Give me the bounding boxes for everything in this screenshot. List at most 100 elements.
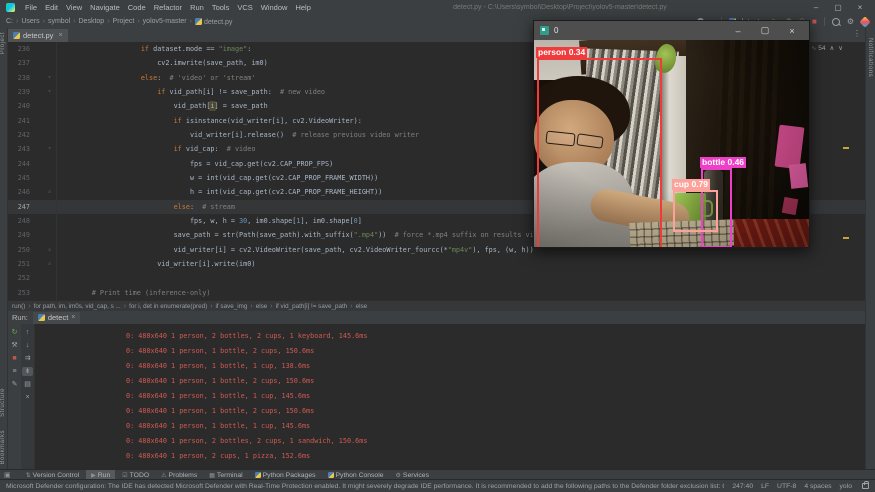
menu-code[interactable]: Code <box>124 2 150 13</box>
gutter-annotation <box>30 286 43 300</box>
clear-icon[interactable]: × <box>22 393 33 402</box>
gear-icon[interactable]: ⚙ <box>847 16 854 28</box>
code-text: if isinstance(vid_writer[i], cv2.VideoWr… <box>57 114 362 128</box>
breadcrumb-item[interactable]: Users <box>21 18 39 25</box>
settings-wrench-icon[interactable]: ⚒ <box>9 341 20 350</box>
breadcrumb-item[interactable]: Project <box>113 18 135 25</box>
breadcrumb-item[interactable]: symbol <box>48 18 70 25</box>
tab-detect-py[interactable]: detect.py × <box>8 29 68 42</box>
code-text: vid_path[i] = save_path <box>57 99 268 113</box>
code-breadcrumb-item[interactable]: for i, det in enumerate(pred) <box>129 303 207 310</box>
sidebar-item-bookmarks[interactable]: Bookmarks <box>0 430 6 465</box>
down-icon[interactable]: ↓ <box>22 341 33 350</box>
maximize-icon[interactable]: ▢ <box>827 0 849 15</box>
line-number: 236 <box>8 42 30 56</box>
maximize-icon[interactable]: ▢ <box>754 25 776 36</box>
code-breadcrumb-item[interactable]: else <box>356 303 368 310</box>
fold-icon[interactable]: ▵ <box>43 257 57 271</box>
code-text: else: # 'video' or 'stream' <box>57 71 255 85</box>
code-breadcrumb-item[interactable]: else <box>256 303 268 310</box>
scrollend-icon[interactable]: ⇟ <box>22 367 33 376</box>
close-tab-icon[interactable]: × <box>58 32 62 39</box>
code-breadcrumb-item[interactable]: run() <box>12 303 25 310</box>
softwrap-icon[interactable]: ⇉ <box>22 354 33 363</box>
prev-issue-icon[interactable]: ∧ <box>829 44 834 52</box>
run-tab-detect[interactable]: detect × <box>33 312 81 324</box>
close-icon[interactable]: × <box>781 26 803 36</box>
gutter-annotation <box>30 185 43 199</box>
run-console-output[interactable]: 0: 480x640 1 person, 2 bottles, 2 cups, … <box>35 324 865 470</box>
menu-tools[interactable]: Tools <box>208 2 234 13</box>
breadcrumb-item[interactable]: Desktop <box>79 18 105 25</box>
problems-icon: ⚠ <box>161 472 166 479</box>
gutter <box>43 99 57 113</box>
status-message[interactable]: Microsoft Defender configuration: The ID… <box>6 483 724 490</box>
menu-navigate[interactable]: Navigate <box>86 2 124 13</box>
indent-setting[interactable]: 4 spaces <box>804 483 831 490</box>
console-toolbar: ↑ ↓ ⇉ ⇟ ▤ × <box>21 324 35 470</box>
gutter <box>43 128 57 142</box>
close-tab-icon[interactable]: × <box>71 314 75 321</box>
code-breadcrumb-item[interactable]: if save_img <box>216 303 248 310</box>
gem-icon[interactable] <box>859 16 870 27</box>
gutter <box>43 286 57 300</box>
fold-icon[interactable]: ▵ <box>43 243 57 257</box>
next-issue-icon[interactable]: ∨ <box>838 44 843 52</box>
code-line-253: 253 # Print time (inference-only) <box>8 286 865 300</box>
scrollbar-warning-mark[interactable] <box>843 237 849 239</box>
minimize-icon[interactable]: – <box>727 26 749 36</box>
code-text: fps = vid_cap.get(cv2.CAP_PROP_FPS) <box>57 157 333 171</box>
menu-edit[interactable]: Edit <box>41 2 62 13</box>
search-icon[interactable] <box>832 18 840 26</box>
minimize-icon[interactable]: – <box>805 0 827 15</box>
sidebar-item-project[interactable]: Project <box>0 32 6 54</box>
menu-run[interactable]: Run <box>186 2 208 13</box>
run-icon: ▶ <box>91 472 96 479</box>
menu-refactor[interactable]: Refactor <box>150 2 186 13</box>
menu-help[interactable]: Help <box>291 2 314 13</box>
pin-icon[interactable]: ✎ <box>9 380 20 389</box>
line-number: 246 <box>8 185 30 199</box>
fold-icon[interactable]: ▿ <box>43 142 57 156</box>
menu-vcs[interactable]: VCS <box>233 2 256 13</box>
fold-icon[interactable]: ▿ <box>43 85 57 99</box>
code-text: w = int(vid_cap.get(cv2.CAP_PROP_FRAME_W… <box>57 171 378 185</box>
menu-window[interactable]: Window <box>257 2 292 13</box>
python-env[interactable]: yolo <box>840 483 852 490</box>
breadcrumb-item[interactable]: detect.py <box>195 18 232 26</box>
up-icon[interactable]: ↑ <box>22 328 33 337</box>
sidebar-item-notifications[interactable]: Notifications <box>867 38 873 77</box>
console-output-line: 0: 480x640 1 person, 1 bottle, 2 cups, 1… <box>126 344 865 359</box>
stripe-toggle-icon[interactable]: ▣ <box>4 471 11 479</box>
code-breadcrumb-item[interactable]: if vid_path[i] != save_path <box>276 303 348 310</box>
gutter-annotation <box>30 128 43 142</box>
breadcrumb-item[interactable]: C: <box>6 18 13 25</box>
code-line-251: 251▵ vid_writer[i].write(im0) <box>8 257 865 271</box>
console-output-line: 0: 480x640 1 person, 2 cups, 1 pizza, 15… <box>126 449 865 464</box>
kebab-menu-icon[interactable]: ⋮ <box>853 29 861 38</box>
gutter <box>43 228 57 242</box>
pycharm-logo-icon <box>6 3 15 12</box>
menu-file[interactable]: File <box>21 2 41 13</box>
menu-view[interactable]: View <box>62 2 86 13</box>
dump-icon[interactable]: ≡ <box>9 367 20 376</box>
detection-label-bottle: bottle 0.46 <box>700 157 746 168</box>
fold-icon[interactable]: ▿ <box>43 71 57 85</box>
close-icon[interactable]: × <box>849 0 871 15</box>
stop-button[interactable]: ■ <box>812 16 817 28</box>
line-separator[interactable]: LF <box>761 483 769 490</box>
rerun-icon[interactable]: ↻ <box>9 328 20 337</box>
breadcrumb-item[interactable]: yolov5-master <box>143 18 187 25</box>
stop-icon[interactable]: ■ <box>9 354 20 363</box>
opencv-title-bar[interactable]: 0 – ▢ × <box>534 21 809 40</box>
sidebar-item-structure[interactable]: Structure <box>0 388 6 417</box>
scrollbar-warning-mark[interactable] <box>843 147 849 149</box>
terminal-icon: ▦ <box>209 472 215 479</box>
file-encoding[interactable]: UTF-8 <box>777 483 796 490</box>
print-icon[interactable]: ▤ <box>22 380 33 389</box>
fold-icon[interactable]: ▵ <box>43 185 57 199</box>
gutter-annotation <box>30 157 43 171</box>
code-breadcrumb-item[interactable]: for path, im, im0s, vid_cap, s ... <box>34 303 121 310</box>
caret-position[interactable]: 247:40 <box>732 483 753 490</box>
detection-label-person: person 0.34 <box>536 47 587 58</box>
